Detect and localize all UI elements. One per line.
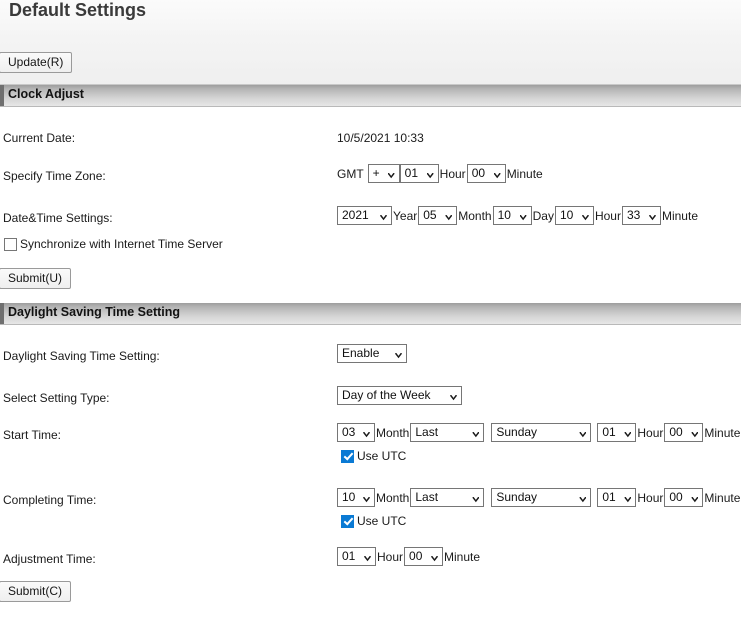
- label-gmt-prefix: GMT: [337, 166, 364, 181]
- row-date-time-settings: Date&Time Settings: 2021 Year 05 Month 1…: [0, 187, 741, 231]
- select-month[interactable]: 05: [418, 206, 458, 225]
- select-timezone-sign[interactable]: +: [367, 164, 400, 183]
- section-header-daylight-saving: Daylight Saving Time Setting: [0, 303, 741, 325]
- row-submit-dst: Submit(C): [0, 581, 741, 611]
- sync-checkbox-label: Synchronize with Internet Time Server: [20, 237, 223, 251]
- select-adjustment-minute[interactable]: 00: [404, 547, 444, 566]
- row-dst-completing-time: Completing Time: 10 Month Last Sunday 01…: [0, 474, 741, 539]
- clock-adjust-panel: Current Date: 10/5/2021 10:33 Specify Ti…: [0, 107, 741, 303]
- value-current-date: 10/5/2021 10:33: [337, 131, 424, 145]
- completing-utc-checkbox[interactable]: [341, 514, 354, 528]
- select-completing-ordinal[interactable]: Last: [410, 488, 485, 507]
- row-dst-adjustment-time: Adjustment Time: 01 Hour 00 Minute: [0, 539, 741, 581]
- completing-utc-label: Use UTC: [357, 514, 407, 528]
- fields-dst-enable: Enable: [337, 344, 407, 363]
- section-title-clock-adjust: Clock Adjust: [8, 87, 84, 101]
- select-minute[interactable]: 33: [621, 206, 661, 225]
- unit-adjustment-hour: Hour: [377, 549, 404, 564]
- label-time-zone: Specify Time Zone:: [3, 169, 106, 183]
- unit-hour: Hour: [594, 208, 621, 223]
- fields-current-date: 10/5/2021 10:33: [337, 131, 424, 145]
- page-title: Default Settings: [9, 0, 147, 20]
- label-date-time-settings: Date&Time Settings:: [3, 211, 113, 225]
- start-utc-checkbox-group[interactable]: Use UTC: [341, 449, 406, 463]
- row-submit-clock: Submit(U): [0, 265, 741, 303]
- fields-time-zone: GMT + 01 Hour 00 Minute: [337, 164, 544, 183]
- label-current-date: Current Date:: [3, 131, 76, 145]
- select-timezone-hour[interactable]: 01: [399, 164, 439, 183]
- select-start-ordinal[interactable]: Last: [410, 423, 485, 442]
- unit-start-month: Month: [376, 425, 410, 440]
- daylight-saving-panel: Daylight Saving Time Setting: Enable Sel…: [0, 325, 741, 611]
- select-day[interactable]: 10: [492, 206, 532, 225]
- label-dst-adjustment-time: Adjustment Time:: [3, 552, 96, 566]
- row-dst-start-time: Start Time: 03 Month Last Sunday 01 Hour…: [0, 409, 741, 474]
- row-time-zone: Specify Time Zone: GMT + 01 Hour 00 Minu…: [0, 146, 741, 187]
- sync-checkbox[interactable]: [4, 237, 17, 251]
- select-completing-weekday[interactable]: Sunday: [491, 488, 592, 507]
- select-year[interactable]: 2021: [337, 206, 392, 225]
- page-header: Default Settings Update(R): [0, 0, 741, 85]
- section-title-daylight-saving: Daylight Saving Time Setting: [8, 305, 181, 319]
- fields-dst-start-time: 03 Month Last Sunday 01 Hour 00 Minute: [337, 423, 741, 442]
- unit-completing-month: Month: [376, 490, 410, 505]
- select-dst-setting-type[interactable]: Day of the Week: [337, 386, 462, 405]
- row-current-date: Current Date: 10/5/2021 10:33: [0, 107, 741, 146]
- select-start-weekday[interactable]: Sunday: [491, 423, 592, 442]
- label-dst-completing-time: Completing Time:: [3, 493, 97, 507]
- select-dst-enable[interactable]: Enable: [337, 344, 407, 363]
- label-dst-setting-type: Select Setting Type:: [3, 391, 110, 405]
- unit-timezone-minute: Minute: [506, 166, 543, 181]
- start-utc-checkbox[interactable]: [341, 449, 354, 463]
- fields-dst-setting-type: Day of the Week: [337, 386, 462, 405]
- row-sync-internet-time: Synchronize with Internet Time Server: [0, 231, 741, 265]
- sync-checkbox-group[interactable]: Synchronize with Internet Time Server: [4, 237, 223, 251]
- select-completing-month[interactable]: 10: [337, 488, 375, 507]
- unit-year: Year: [393, 208, 418, 223]
- select-timezone-minute[interactable]: 00: [466, 164, 506, 183]
- unit-day: Day: [532, 208, 554, 223]
- fields-date-time-settings: 2021 Year 05 Month 10 Day 10 Hour 33 Min…: [337, 206, 699, 225]
- section-header-clock-adjust: Clock Adjust: [0, 85, 741, 107]
- unit-completing-minute: Minute: [704, 490, 741, 505]
- unit-adjustment-minute: Minute: [444, 549, 481, 564]
- select-hour[interactable]: 10: [554, 206, 594, 225]
- row-dst-setting-type: Select Setting Type: Day of the Week: [0, 367, 741, 409]
- unit-month: Month: [458, 208, 492, 223]
- unit-completing-hour: Hour: [637, 490, 664, 505]
- fields-dst-completing-time: 10 Month Last Sunday 01 Hour 00 Minute: [337, 488, 741, 507]
- select-start-month[interactable]: 03: [337, 423, 375, 442]
- unit-start-hour: Hour: [637, 425, 664, 440]
- select-adjustment-hour[interactable]: 01: [337, 547, 376, 566]
- completing-utc-checkbox-group[interactable]: Use UTC: [341, 514, 406, 528]
- update-button[interactable]: Update(R): [0, 52, 73, 73]
- unit-start-minute: Minute: [704, 425, 741, 440]
- fields-dst-adjustment-time: 01 Hour 00 Minute: [337, 547, 481, 566]
- start-utc-label: Use UTC: [357, 449, 407, 463]
- select-start-hour[interactable]: 01: [597, 423, 637, 442]
- select-completing-hour[interactable]: 01: [597, 488, 637, 507]
- submit-dst-button[interactable]: Submit(C): [0, 581, 72, 602]
- unit-timezone-hour: Hour: [439, 166, 466, 181]
- select-start-minute[interactable]: 00: [664, 423, 704, 442]
- submit-clock-button[interactable]: Submit(U): [0, 268, 72, 289]
- select-completing-minute[interactable]: 00: [664, 488, 704, 507]
- row-dst-enable: Daylight Saving Time Setting: Enable: [0, 325, 741, 367]
- unit-minute: Minute: [661, 208, 698, 223]
- label-dst-enable: Daylight Saving Time Setting:: [3, 349, 160, 363]
- label-dst-start-time: Start Time:: [3, 428, 62, 442]
